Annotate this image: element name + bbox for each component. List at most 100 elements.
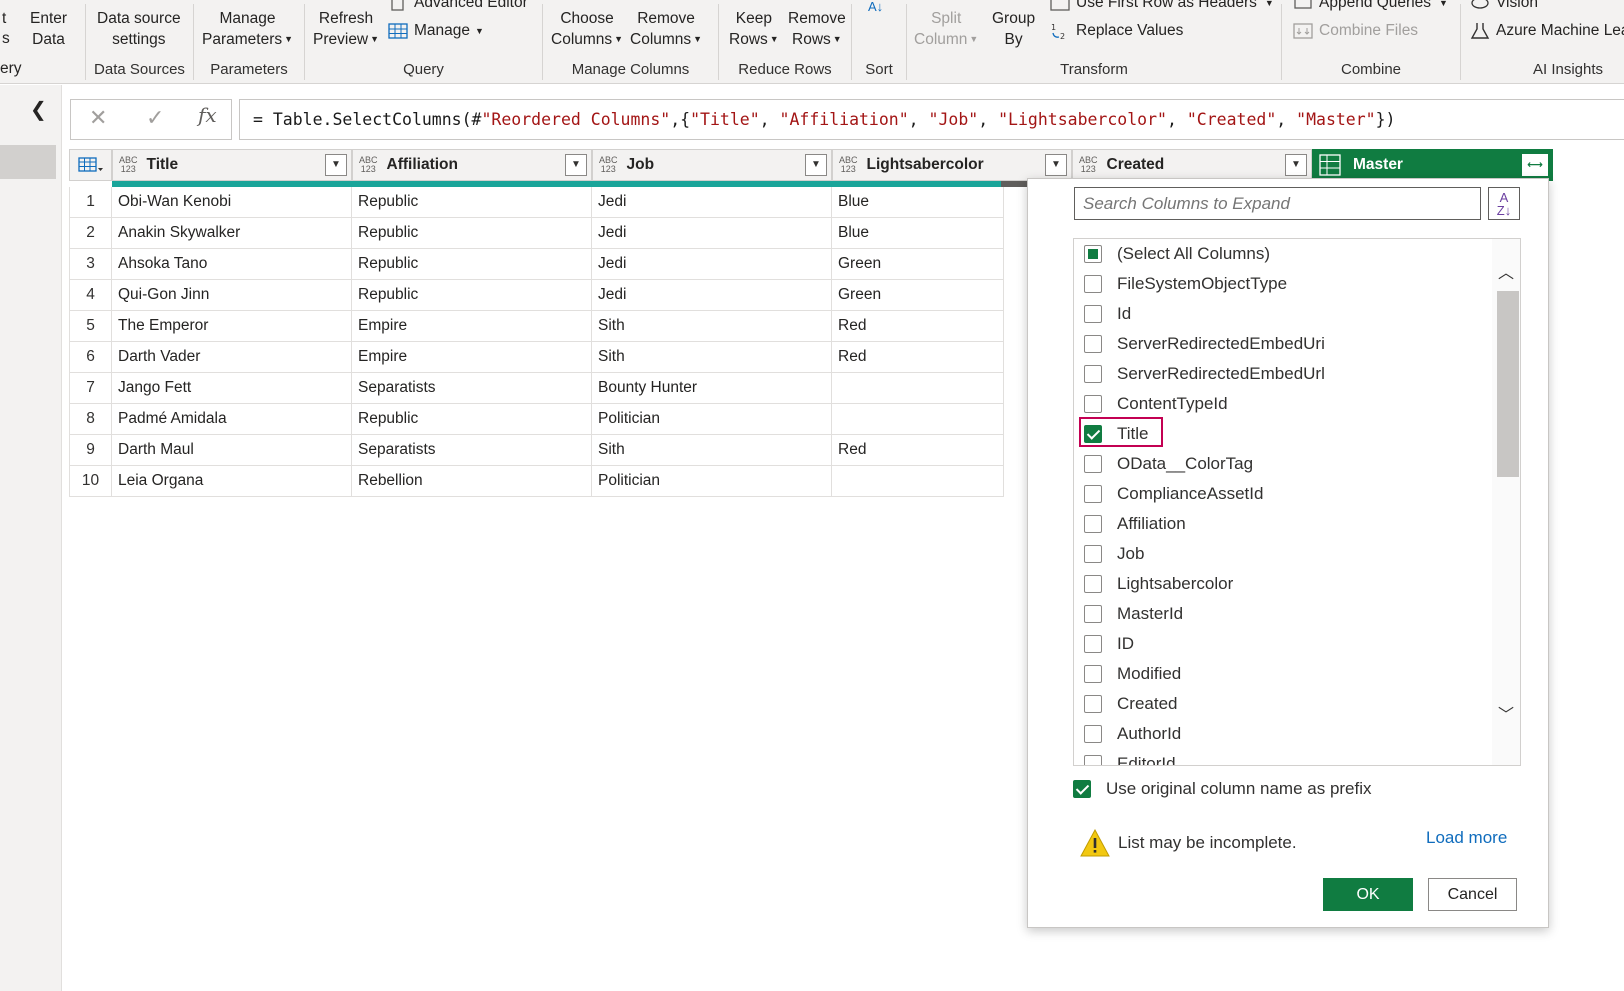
column-checklist-item[interactable]: ID [1084,629,1134,659]
expand-column-icon[interactable]: ⟷ [1522,154,1548,176]
column-checklist-item[interactable]: Lightsabercolor [1084,569,1233,599]
commit-formula-icon[interactable]: ✓ [146,105,164,131]
table-cell[interactable]: Qui-Gon Jinn [112,280,352,311]
chevron-left-icon[interactable]: ❮ [30,97,47,122]
table-cell[interactable]: Anakin Skywalker [112,218,352,249]
table-cell[interactable]: Red [832,342,1004,373]
cancel-button[interactable]: Cancel [1428,878,1517,911]
ok-button[interactable]: OK [1323,878,1413,911]
table-cell[interactable]: Politician [592,404,832,435]
table-cell[interactable]: Separatists [352,373,592,404]
column-header-affiliation[interactable]: ABC 123 Affiliation ▼ [352,149,592,181]
checkbox-unchecked-icon[interactable] [1084,545,1102,563]
table-cell[interactable]: Politician [592,466,832,497]
checkbox-partial-icon[interactable] [1084,245,1102,263]
checkbox-unchecked-icon[interactable] [1084,305,1102,323]
selected-query-item[interactable] [0,145,56,179]
checkbox-unchecked-icon[interactable] [1084,635,1102,653]
column-checklist-item[interactable]: Job [1084,539,1144,569]
table-cell[interactable]: Republic [352,404,592,435]
table-cell[interactable]: Red [832,435,1004,466]
filter-dropdown-icon[interactable]: ▼ [565,154,587,176]
column-checklist-item[interactable]: MasterId [1084,599,1183,629]
column-header-master[interactable]: Master ⟷ [1312,149,1553,181]
column-header-lightsabercolor[interactable]: ABC 123 Lightsabercolor ▼ [832,149,1072,181]
load-more-link[interactable]: Load more [1426,828,1507,848]
column-checklist-item[interactable]: Modified [1084,659,1181,689]
checkbox-unchecked-icon[interactable] [1084,395,1102,413]
sort-az-button[interactable]: A Z↓ [1488,187,1520,220]
table-menu-button[interactable] [69,149,112,181]
search-columns-input[interactable] [1074,187,1481,220]
chevron-down-icon[interactable]: ﹀ [1498,701,1514,725]
table-cell[interactable] [832,466,1004,497]
column-header-title[interactable]: ABC 123 Title ▼ [112,149,352,181]
table-cell[interactable]: Green [832,249,1004,280]
scrollbar[interactable]: ︿ ﹀ [1492,239,1520,765]
column-header-job[interactable]: ABC 123 Job ▼ [592,149,832,181]
checkbox-unchecked-icon[interactable] [1084,755,1102,765]
table-cell[interactable]: Republic [352,218,592,249]
table-cell[interactable]: Rebellion [352,466,592,497]
table-cell[interactable]: Jedi [592,249,832,280]
cancel-formula-icon[interactable]: ✕ [89,105,107,131]
scrollbar-thumb[interactable] [1497,291,1519,477]
filter-dropdown-icon[interactable]: ▼ [325,154,347,176]
table-cell[interactable]: Jedi [592,280,832,311]
column-checklist-item[interactable]: AuthorId [1084,719,1181,749]
table-cell[interactable]: Bounty Hunter [592,373,832,404]
column-checklist-item[interactable]: ComplianceAssetId [1084,479,1263,509]
table-cell[interactable]: Separatists [352,435,592,466]
column-checklist-item[interactable]: OData__ColorTag [1084,449,1253,479]
checkbox-unchecked-icon[interactable] [1084,335,1102,353]
checkbox-checked-icon[interactable] [1073,780,1091,798]
enter-data-button[interactable]: Enter Data [30,8,67,50]
table-cell[interactable]: Ahsoka Tano [112,249,352,280]
table-cell[interactable]: Republic [352,280,592,311]
column-checklist-item[interactable]: Affiliation [1084,509,1186,539]
table-cell[interactable]: Empire [352,342,592,373]
column-checklist-item[interactable]: (Select All Columns) [1084,239,1270,269]
table-cell[interactable] [832,404,1004,435]
checkbox-unchecked-icon[interactable] [1084,725,1102,743]
table-cell[interactable]: Darth Maul [112,435,352,466]
table-cell[interactable]: Darth Vader [112,342,352,373]
column-checklist-item[interactable]: ContentTypeId [1084,389,1228,419]
checkbox-unchecked-icon[interactable] [1084,455,1102,473]
ribbon-cut-label-2[interactable]: s [2,30,10,48]
checkbox-unchecked-icon[interactable] [1084,485,1102,503]
table-cell[interactable]: Leia Organa [112,466,352,497]
formula-bar-input[interactable]: = Table.SelectColumns(#"Reordered Column… [239,99,1624,140]
filter-dropdown-icon[interactable]: ▼ [805,154,827,176]
checkbox-unchecked-icon[interactable] [1084,605,1102,623]
table-cell[interactable]: Sith [592,342,832,373]
column-header-created[interactable]: ABC 123 Created ▼ [1072,149,1312,181]
table-cell[interactable]: Jedi [592,218,832,249]
checkbox-unchecked-icon[interactable] [1084,275,1102,293]
column-checklist-item[interactable]: FileSystemObjectType [1084,269,1287,299]
filter-dropdown-icon[interactable]: ▼ [1045,154,1067,176]
filter-dropdown-icon[interactable]: ▼ [1285,154,1307,176]
fx-icon[interactable]: fx [198,103,217,127]
table-cell[interactable] [832,373,1004,404]
table-cell[interactable]: Padmé Amidala [112,404,352,435]
column-checklist-item[interactable]: Id [1084,299,1131,329]
checkbox-unchecked-icon[interactable] [1084,575,1102,593]
table-cell[interactable]: Obi-Wan Kenobi [112,187,352,218]
use-prefix-checkbox[interactable]: Use original column name as prefix [1073,779,1372,799]
table-cell[interactable]: Jedi [592,187,832,218]
table-cell[interactable]: Sith [592,435,832,466]
table-cell[interactable]: Blue [832,187,1004,218]
table-cell[interactable]: Republic [352,187,592,218]
table-cell[interactable]: Green [832,280,1004,311]
checkbox-unchecked-icon[interactable] [1084,695,1102,713]
ribbon-cut-label-1[interactable]: t [2,10,6,28]
column-checklist-item[interactable]: Created [1084,689,1177,719]
column-checklist-item[interactable]: EditorId [1084,749,1176,765]
table-cell[interactable]: Blue [832,218,1004,249]
checkbox-unchecked-icon[interactable] [1084,515,1102,533]
table-cell[interactable]: Red [832,311,1004,342]
table-cell[interactable]: Empire [352,311,592,342]
table-cell[interactable]: Sith [592,311,832,342]
table-cell[interactable]: Jango Fett [112,373,352,404]
